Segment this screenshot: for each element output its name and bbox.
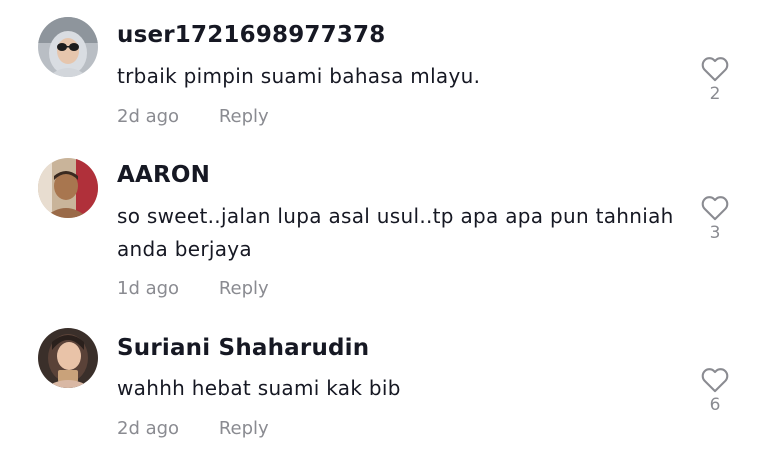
reply-button[interactable]: Reply <box>219 106 269 127</box>
comment-text: trbaik pimpin suami bahasa mlayu. <box>117 64 481 88</box>
comment-timestamp: 2d ago <box>117 418 180 439</box>
like-count: 2 <box>709 84 721 104</box>
heart-outline-icon[interactable] <box>701 195 729 221</box>
like-count: 6 <box>709 395 721 415</box>
like-button[interactable]: 3 <box>700 195 730 243</box>
comment-meta: 2d ago Reply <box>117 106 269 127</box>
avatar[interactable] <box>38 17 98 77</box>
comment-username[interactable]: Suriani Shaharudin <box>117 335 369 361</box>
comment-text: so sweet..jalan lupa asal usul..tp apa a… <box>117 204 674 261</box>
comment-username[interactable]: AARON <box>117 162 210 188</box>
user-avatar-icon <box>38 17 98 77</box>
comment-meta: 1d ago Reply <box>117 278 269 299</box>
heart-outline-icon[interactable] <box>701 367 729 393</box>
heart-outline-icon[interactable] <box>701 56 729 82</box>
reply-button[interactable]: Reply <box>219 278 269 299</box>
like-count: 3 <box>709 223 721 243</box>
avatar[interactable] <box>38 328 98 388</box>
like-button[interactable]: 2 <box>700 56 730 104</box>
user-avatar-icon <box>38 328 98 388</box>
comment-meta: 2d ago Reply <box>117 418 269 439</box>
like-button[interactable]: 6 <box>700 367 730 415</box>
user-avatar-icon <box>38 158 98 218</box>
reply-button[interactable]: Reply <box>219 418 269 439</box>
comment-text: wahhh hebat suami kak bib <box>117 376 401 400</box>
comment-timestamp: 1d ago <box>117 278 180 299</box>
comment-timestamp: 2d ago <box>117 106 180 127</box>
comment-username[interactable]: user1721698977378 <box>117 22 385 48</box>
avatar[interactable] <box>38 158 98 218</box>
